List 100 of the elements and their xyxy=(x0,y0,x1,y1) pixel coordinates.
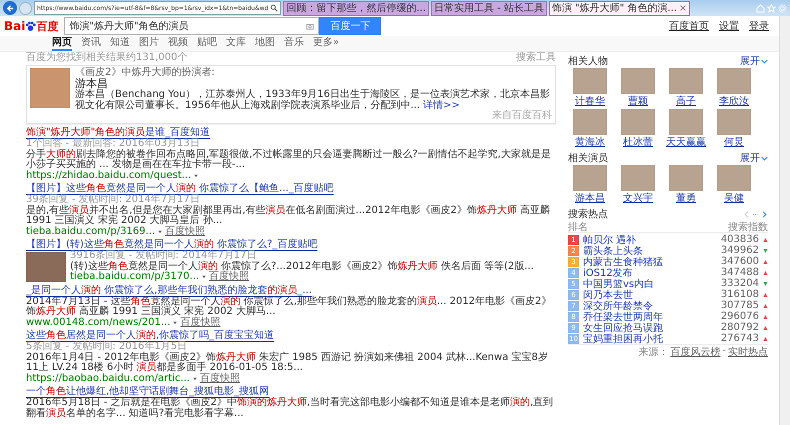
cache-link[interactable]: 百度快照 xyxy=(209,272,250,282)
result-meta: 3916条回复 - 发帖时间: 2014年7月17日 xyxy=(70,251,258,261)
person-link[interactable]: 董勇 xyxy=(676,191,696,205)
section-title: 相关演员 xyxy=(568,152,608,165)
photo-placeholder xyxy=(669,165,703,191)
result-title-link[interactable]: 【图片】这些角色竟然是同一个人演的 你震惊了么【鲍鱼..._百度贴吧 xyxy=(26,182,334,195)
expand-link[interactable]: 展开 xyxy=(740,54,768,68)
search-index: 333204 xyxy=(720,278,759,289)
trending-link[interactable]: 乔任梁去世两周年 xyxy=(583,310,717,324)
result-snippet: (转)这些角色竟然是同一个人演的 你震惊了么?...2012年电影《画皮2》饰炼丹大师 佚名后面 等等(2版... xyxy=(70,262,534,272)
photo-placeholder xyxy=(621,68,655,94)
result-title-link[interactable]: 这些角色居然是同一个人演的,你震惊了吗_百度宝宝知道 xyxy=(26,329,274,342)
expand-link[interactable]: 展开 xyxy=(740,151,768,165)
result-title-link[interactable]: 【图片】(转)这些角色竟然是同一个人演的 你震惊了么?_百度贴吧 xyxy=(26,238,318,251)
details-link[interactable]: 详情>> xyxy=(423,100,460,110)
nav-tab[interactable]: 地图 xyxy=(255,37,275,51)
header-link[interactable]: 百度首页 xyxy=(669,19,709,33)
trending-link[interactable]: 内蒙古生食种猪猛 xyxy=(583,254,717,268)
result-meta: 39条回复 - 发帖时间: 2014年7月17日 xyxy=(26,195,201,205)
photo-placeholder xyxy=(573,165,607,191)
trending-link[interactable]: iOS12发布 xyxy=(583,266,717,280)
nav-tab[interactable]: 视频 xyxy=(168,37,188,51)
section-title: 搜索热点 xyxy=(568,208,608,221)
search-index: 280792 xyxy=(720,322,759,333)
person-link[interactable]: 黄海冰 xyxy=(575,135,605,149)
photo-placeholder xyxy=(621,165,655,191)
trending-link[interactable]: 深交所年龄禁令 xyxy=(583,298,717,312)
gear-icon xyxy=(778,4,787,12)
home-icon xyxy=(756,4,765,12)
nav-tab[interactable]: 图片 xyxy=(139,37,159,51)
card-description: 游本昌（Benchang You），江苏泰州人，1933年9月16日出生于海陵区，是一位表演艺术家，北京本昌影视文化有限公司董事长。1956年他从上海戏剧学院表演系毕业后，分配到中... 详情>> xyxy=(75,90,550,110)
trending-link[interactable]: 闵乃本去世 xyxy=(583,288,717,302)
header-link[interactable]: 登录 xyxy=(749,19,769,33)
separator: - xyxy=(722,345,726,358)
result-title-link[interactable]: 饰演"炼丹大师"角色的演员是谁_百度知道 xyxy=(26,126,210,139)
person-link[interactable]: 游本昌 xyxy=(575,191,605,205)
logo-text: 百度 xyxy=(36,18,58,34)
search-index: 349962 xyxy=(720,245,759,256)
cache-link[interactable]: 百度快照 xyxy=(200,374,240,384)
photo-placeholder xyxy=(573,68,607,94)
header-link[interactable]: 设置 xyxy=(719,19,739,33)
result-title-link[interactable]: _是同一个人演的 你震惊了么,那些年我们熟悉的脸龙套的演员_... xyxy=(26,284,312,296)
source-link[interactable]: 实时热点 xyxy=(728,345,768,359)
chevron-down-icon xyxy=(761,154,768,162)
search-index: 403836 xyxy=(720,234,759,245)
person-link[interactable]: 杜冰蕾 xyxy=(623,135,653,149)
logo-text: Bai xyxy=(4,19,26,33)
section-title: 相关人物 xyxy=(568,54,608,68)
photo-placeholder xyxy=(717,68,751,94)
paw-icon xyxy=(25,20,36,32)
result-title-link[interactable]: 一个角色让他爆红,他却坚守话剧舞台_搜狐电影_搜狐网 xyxy=(26,385,270,398)
search-index: 296076 xyxy=(720,311,759,322)
cache-link[interactable]: 百度快照 xyxy=(165,226,206,237)
result-meta: 5条回复 - 发帖时间: 2016年1月5日 xyxy=(26,342,188,352)
cache-link[interactable]: 百度快照 xyxy=(180,318,220,328)
result-snippet: 2016年5月18日 - 之后就是在电影《画皮2》中饰演的炼丹大师,当时看完这部电影小编都不知道是谁本是老师演的,直到翻看演员名单的名字... 知道吗?看完电影看字幕... xyxy=(26,398,554,419)
photo-placeholder xyxy=(26,252,66,282)
person-link[interactable]: 吴健 xyxy=(724,191,744,205)
result-snippet: 2014年7月13日 - 这些角色竟然是同一个人演的 你震惊了么,那些年我们熟悉的脸龙套的演员... 2012年电影《画皮2》饰炼丹大师 高亚麟 1991 三国演义 宋宪 2002 大脚马... xyxy=(26,296,552,317)
caret-icon xyxy=(157,228,164,235)
search-field[interactable]: 饰演"炼丹大师"角色的演员 xyxy=(64,17,320,35)
nav-tab[interactable]: 知道 xyxy=(110,37,130,51)
photo-placeholder xyxy=(30,68,70,108)
chevron-left-icon xyxy=(743,210,750,218)
back-button[interactable] xyxy=(3,1,17,15)
person-link[interactable]: 李欣汝 xyxy=(719,94,749,108)
person-link[interactable]: 高子 xyxy=(676,94,696,108)
person-name: 游本昌 xyxy=(75,78,109,90)
search-index: 316108 xyxy=(720,289,759,300)
nav-tab[interactable]: 网页 xyxy=(52,37,72,51)
person-link[interactable]: 曹颖 xyxy=(628,94,648,108)
close-icon xyxy=(678,4,687,12)
nav-tab[interactable]: 文库 xyxy=(226,37,246,51)
caret-icon xyxy=(193,172,200,179)
source-label: 来自百度百科 xyxy=(491,111,552,121)
trending-link[interactable]: 女生回应抢马误跑 xyxy=(583,320,717,334)
nav-tab[interactable]: 音乐 xyxy=(284,37,304,51)
search-button[interactable]: 百度一下 xyxy=(319,17,382,35)
search-index: 276743 xyxy=(720,333,759,344)
trending-link[interactable]: 帕贝尔 遇补 xyxy=(583,232,717,246)
nav-tab[interactable]: 资讯 xyxy=(81,37,101,51)
photo-placeholder xyxy=(717,165,751,191)
nav-tab[interactable]: 更多» xyxy=(313,37,340,51)
nav-tab[interactable]: 贴吧 xyxy=(197,37,217,51)
card-caption: 《画皮2》中炼丹大师的扮演者: xyxy=(75,68,216,78)
person-link[interactable]: 天天赢赢 xyxy=(666,135,706,149)
camera-icon xyxy=(306,22,314,30)
column-header: 搜索指数 xyxy=(728,220,768,234)
trending-link[interactable]: 中国男篮vs内白 xyxy=(583,276,717,290)
person-link[interactable]: 文兴宇 xyxy=(623,191,653,205)
chevron-down-icon xyxy=(761,58,768,64)
photo-placeholder xyxy=(621,109,655,135)
scrollbar[interactable] xyxy=(779,16,790,425)
trending-link[interactable]: 霸头条上头条 xyxy=(583,244,717,258)
browser-tab[interactable]: 饰演 "炼丹大师" 角色的演... xyxy=(548,0,690,16)
person-link[interactable]: 何炅 xyxy=(724,135,744,149)
trending-link[interactable]: 宝妈重担困再小托 xyxy=(583,332,717,346)
person-link[interactable]: 计春华 xyxy=(575,94,605,108)
result-url: tieba.baidu.com/p/3170... xyxy=(70,272,200,282)
source-link[interactable]: 百度风云榜 xyxy=(670,345,720,359)
